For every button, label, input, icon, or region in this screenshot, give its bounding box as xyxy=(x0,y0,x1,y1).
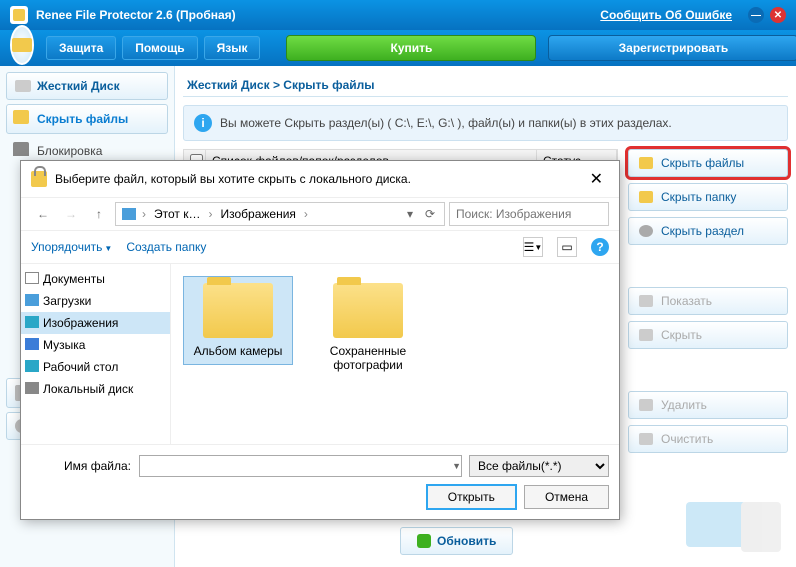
refresh-button[interactable]: Обновить xyxy=(400,527,513,555)
file-icon xyxy=(639,157,653,169)
images-icon xyxy=(25,316,39,328)
register-button[interactable]: Зарегистрировать xyxy=(548,35,796,61)
tree-desktop[interactable]: Рабочий стол xyxy=(21,356,170,378)
dialog-title: Выберите файл, который вы хотите скрыть … xyxy=(55,172,411,186)
hide-button: Скрыть xyxy=(628,321,788,349)
folder-icon xyxy=(333,283,403,338)
minimize-button[interactable]: — xyxy=(748,7,764,23)
path-box[interactable]: › Этот к… › Изображения › ▾ ⟳ xyxy=(115,202,445,226)
download-icon xyxy=(25,294,39,306)
filetype-select[interactable]: Все файлы(*.*) xyxy=(469,455,609,477)
nav-back-button[interactable]: ← xyxy=(31,202,55,226)
view-mode-button[interactable]: ☰▼ xyxy=(523,237,543,257)
folder-icon xyxy=(13,110,29,124)
menu-language[interactable]: Язык xyxy=(204,36,261,60)
show-icon xyxy=(639,295,653,307)
report-bug-link[interactable]: Сообщить Об Ошибке xyxy=(600,8,732,22)
breadcrumb: Жесткий Диск > Скрыть файлы xyxy=(183,74,788,97)
filename-label: Имя файла: xyxy=(31,459,131,473)
show-button: Показать xyxy=(628,287,788,315)
help-button[interactable]: ? xyxy=(591,238,609,256)
music-icon xyxy=(25,338,39,350)
preview-pane-button[interactable]: ▭ xyxy=(557,237,577,257)
hint-banner: i Вы можете Скрыть раздел(ы) ( C:\, E:\,… xyxy=(183,105,788,141)
path-root[interactable]: Этот к… xyxy=(152,207,202,221)
hide-folder-button[interactable]: Скрыть папку xyxy=(628,183,788,211)
nav-forward-button[interactable]: → xyxy=(59,202,83,226)
disc-icon xyxy=(639,225,653,237)
tree-images[interactable]: Изображения xyxy=(21,312,170,334)
pc-icon xyxy=(122,208,136,220)
menu-help[interactable]: Помощь xyxy=(122,36,197,60)
organize-menu[interactable]: Упорядочить▼ xyxy=(31,240,112,254)
delete-button: Удалить xyxy=(628,391,788,419)
padlock-icon xyxy=(31,171,47,187)
path-refresh-icon[interactable]: ⟳ xyxy=(422,207,438,221)
hide-icon xyxy=(639,329,653,341)
app-logo-small xyxy=(10,6,28,24)
buy-button[interactable]: Купить xyxy=(286,35,536,61)
sidebar-header-hdd[interactable]: Жесткий Диск xyxy=(6,72,168,100)
sidebar-item-hide-files[interactable]: Скрыть файлы xyxy=(6,104,168,134)
search-input[interactable] xyxy=(449,202,609,226)
file-item-camera-album[interactable]: Альбом камеры xyxy=(183,276,293,365)
hdd-icon xyxy=(15,80,31,92)
clear-button: Очистить xyxy=(628,425,788,453)
hide-partition-button[interactable]: Скрыть раздел xyxy=(628,217,788,245)
folder-tree: Документы Загрузки Изображения Музыка Ра… xyxy=(21,264,171,444)
file-open-dialog: Выберите файл, который вы хотите скрыть … xyxy=(20,160,620,520)
nav-up-button[interactable]: ↑ xyxy=(87,202,111,226)
hide-files-button[interactable]: Скрыть файлы xyxy=(628,149,788,177)
tree-documents[interactable]: Документы xyxy=(21,268,170,290)
app-logo-icon xyxy=(10,25,34,65)
new-folder-button[interactable]: Создать папку xyxy=(126,240,206,254)
tree-music[interactable]: Музыка xyxy=(21,334,170,356)
path-folder[interactable]: Изображения xyxy=(218,207,297,221)
folder-icon xyxy=(203,283,273,338)
menu-protect[interactable]: Защита xyxy=(46,36,116,60)
tree-localdisk[interactable]: Локальный диск xyxy=(21,378,170,400)
desktop-icon xyxy=(25,360,39,372)
document-icon xyxy=(25,272,39,284)
dialog-close-button[interactable]: ✕ xyxy=(584,169,609,189)
file-item-saved-photos[interactable]: Сохраненные фотографии xyxy=(313,276,423,379)
delete-icon xyxy=(639,399,653,411)
info-icon: i xyxy=(194,114,212,132)
tree-downloads[interactable]: Загрузки xyxy=(21,290,170,312)
cancel-button[interactable]: Отмена xyxy=(524,485,609,509)
clear-icon xyxy=(639,433,653,445)
path-dropdown-icon[interactable]: ▾ xyxy=(402,207,418,221)
open-button[interactable]: Открыть xyxy=(427,485,516,509)
close-button[interactable]: ✕ xyxy=(770,7,786,23)
refresh-icon xyxy=(417,534,431,548)
window-title: Renee File Protector 2.6 (Пробная) xyxy=(36,8,236,22)
folder-icon xyxy=(639,191,653,203)
lock-icon xyxy=(13,142,29,156)
disk-icon xyxy=(25,382,39,394)
filename-input[interactable] xyxy=(139,455,462,477)
